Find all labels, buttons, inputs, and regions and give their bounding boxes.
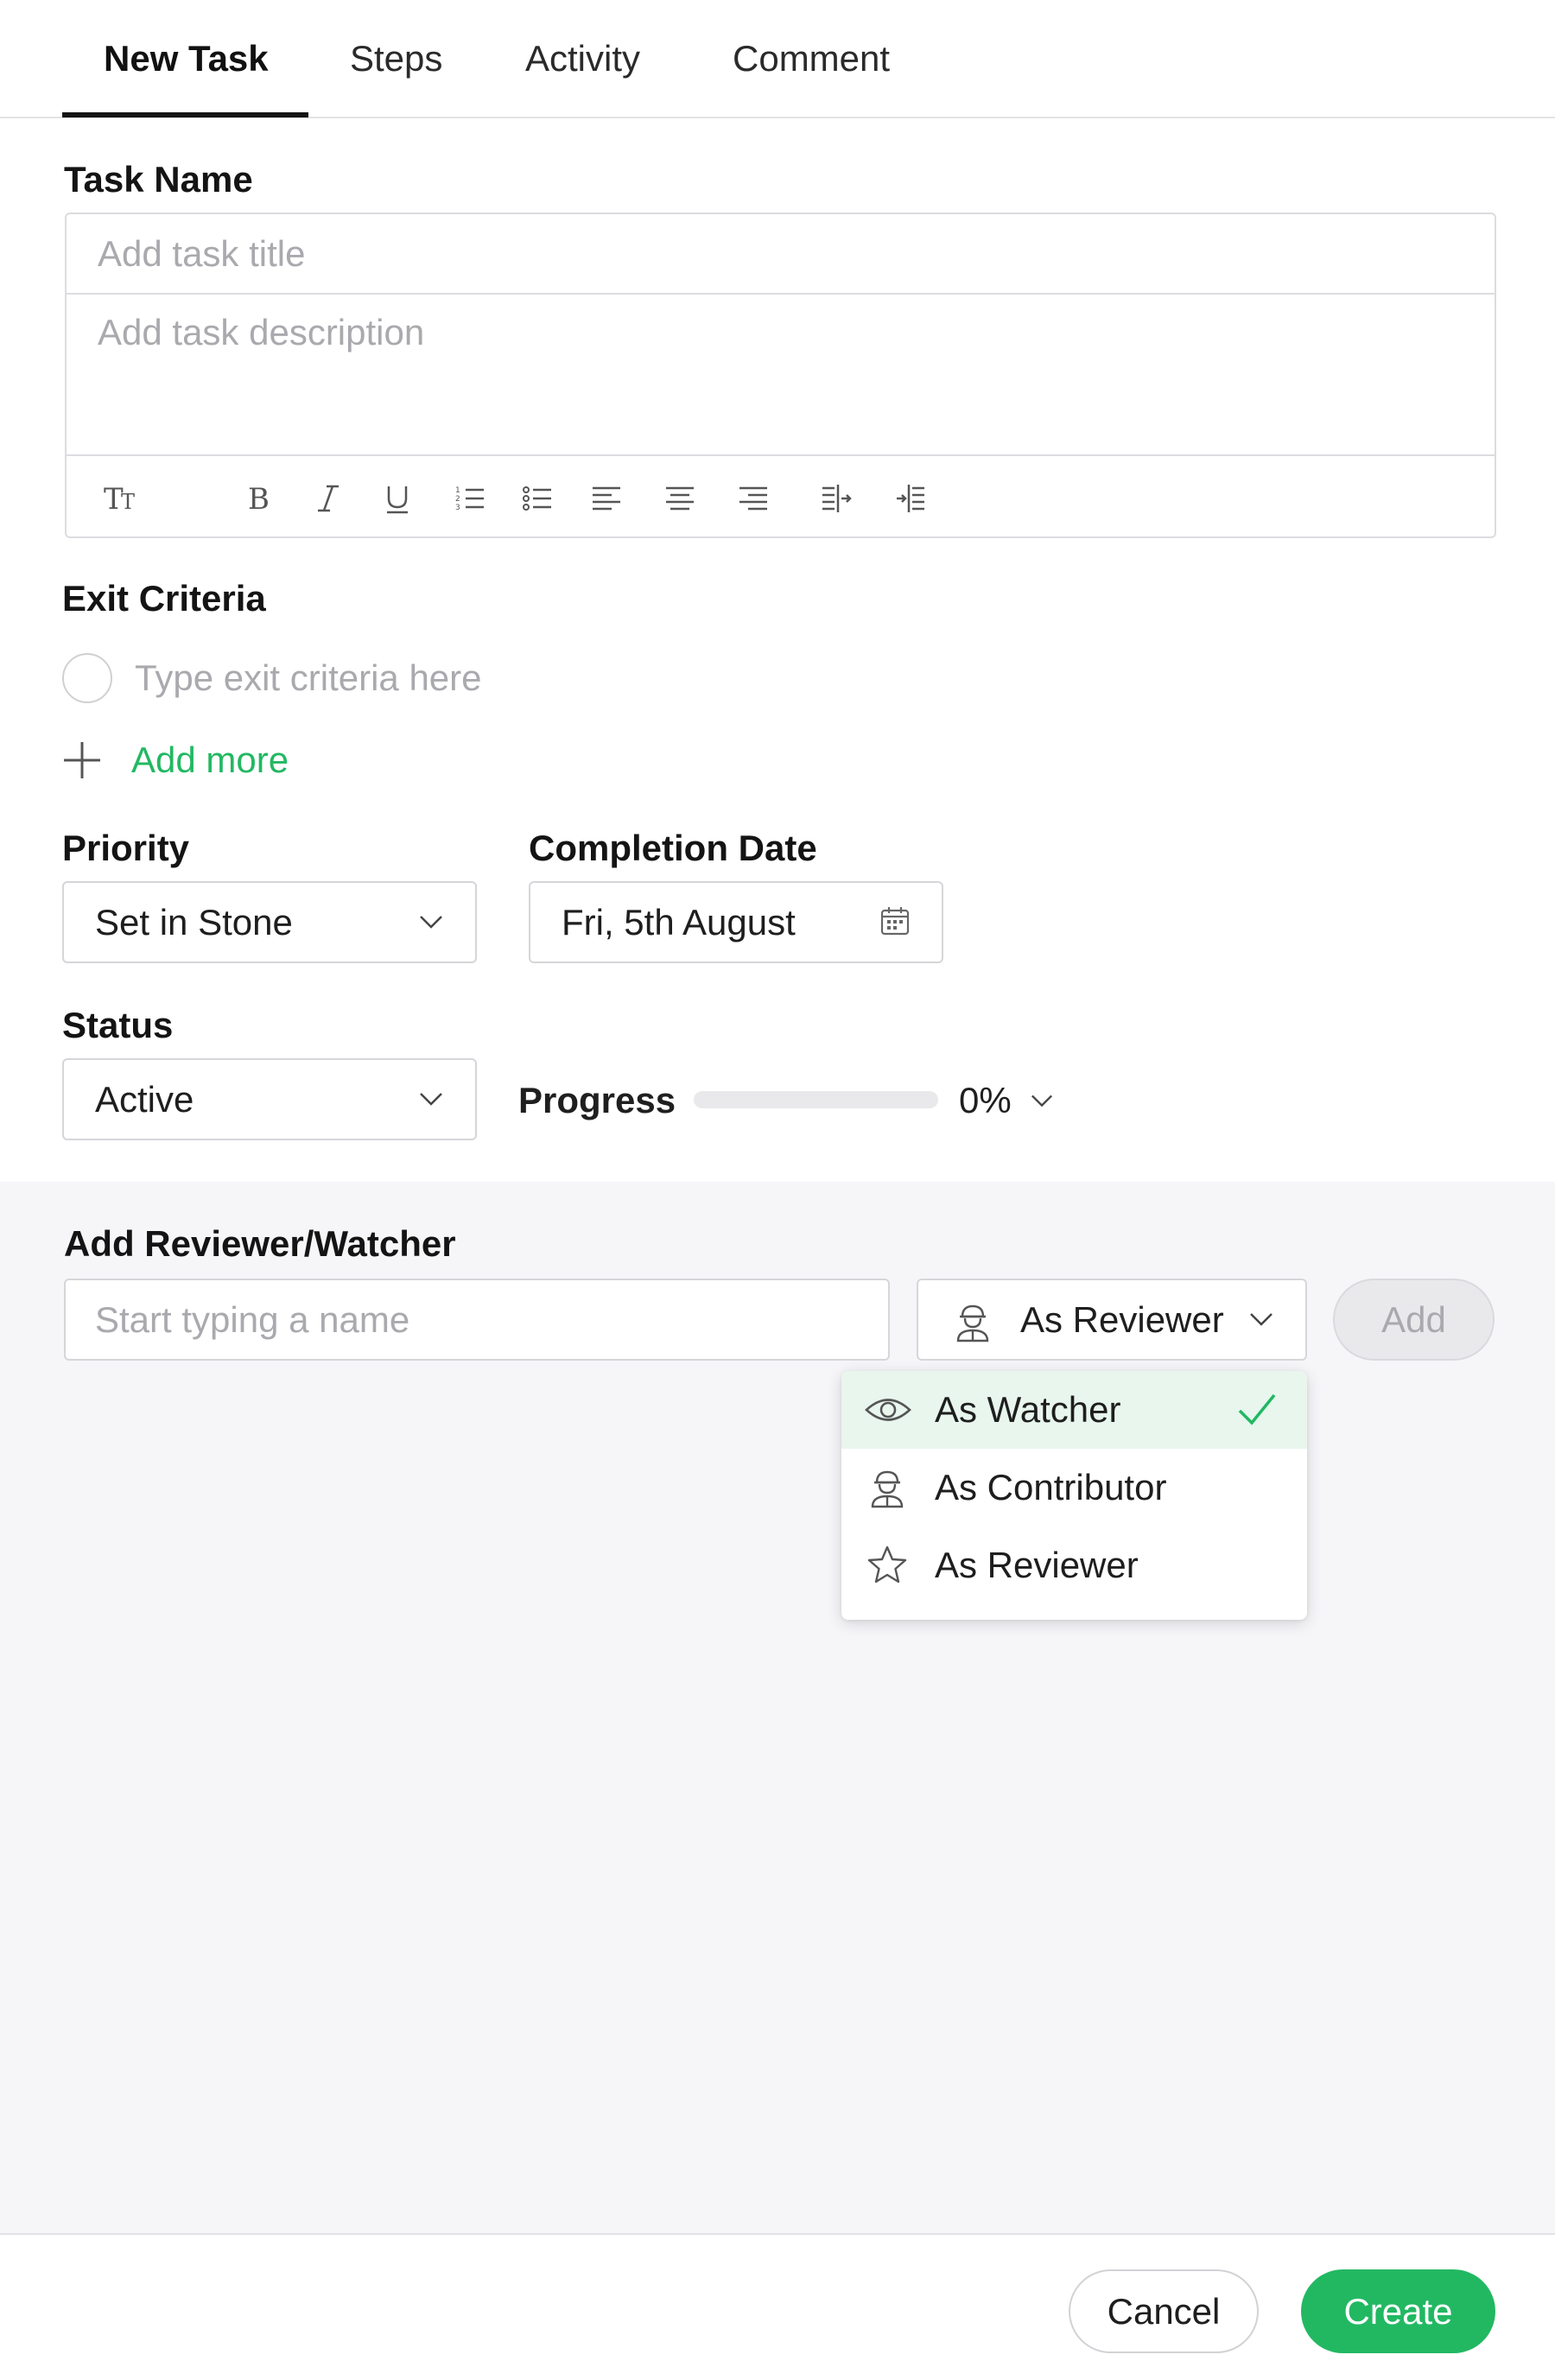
- outdent-icon[interactable]: [889, 477, 932, 520]
- role-option-contributor[interactable]: As Contributor: [841, 1449, 1307, 1526]
- cancel-button[interactable]: Cancel: [1069, 2269, 1259, 2353]
- priority-value: Set in Stone: [95, 902, 293, 942]
- add-more-label: Add more: [131, 739, 289, 780]
- ordered-list-icon[interactable]: 123: [448, 477, 492, 520]
- task-title-input[interactable]: [98, 232, 1463, 276]
- eye-icon: [865, 1399, 911, 1421]
- task-editor: TT B 123: [65, 213, 1496, 538]
- svg-text:2: 2: [455, 495, 460, 504]
- progress-bar: [694, 1091, 938, 1108]
- role-option-label: As Reviewer: [935, 1545, 1139, 1585]
- role-option-label: As Watcher: [935, 1389, 1121, 1430]
- active-tab-indicator: [62, 112, 308, 117]
- footer-bar: Cancel Create: [0, 2233, 1555, 2380]
- chevron-down-icon: [420, 1093, 442, 1106]
- plus-icon: [64, 742, 100, 778]
- task-name-label: Task Name: [64, 159, 253, 200]
- priority-select[interactable]: Set in Stone: [62, 881, 477, 963]
- add-reviewer-button[interactable]: Add: [1333, 1279, 1495, 1361]
- svg-text:B: B: [248, 482, 270, 516]
- calendar-icon: [880, 907, 910, 936]
- completion-date-picker[interactable]: Fri, 5th August: [529, 881, 943, 963]
- role-dropdown-menu: As Watcher As Contributor As Reviewer: [841, 1371, 1307, 1620]
- tab-activity[interactable]: Activity: [525, 33, 640, 85]
- role-option-watcher[interactable]: As Watcher: [841, 1371, 1307, 1449]
- role-value: As Reviewer: [1020, 1299, 1224, 1340]
- chevron-down-icon: [420, 916, 442, 929]
- exit-criteria-checkbox[interactable]: [62, 653, 112, 703]
- progress-label: Progress: [518, 1080, 676, 1120]
- bold-icon[interactable]: B: [237, 477, 280, 520]
- contributor-icon: [956, 1304, 989, 1342]
- reviewer-label: Add Reviewer/Watcher: [64, 1223, 456, 1264]
- role-option-label: As Contributor: [935, 1467, 1167, 1507]
- tab-new-task[interactable]: New Task: [104, 33, 269, 85]
- exit-criteria-label: Exit Criteria: [62, 578, 266, 619]
- text-size-icon[interactable]: TT: [101, 477, 144, 520]
- align-left-icon[interactable]: [585, 477, 628, 520]
- tab-comment[interactable]: Comment: [733, 33, 890, 85]
- align-right-icon[interactable]: [732, 477, 775, 520]
- svg-text:3: 3: [455, 504, 460, 512]
- create-button[interactable]: Create: [1301, 2269, 1495, 2353]
- star-icon: [867, 1545, 907, 1583]
- task-description-input[interactable]: [98, 312, 1463, 441]
- add-more-button[interactable]: Add more: [62, 734, 289, 786]
- tab-bar: New Task Steps Activity Comment: [0, 0, 1555, 118]
- status-select[interactable]: Active: [62, 1058, 477, 1140]
- status-label: Status: [62, 1005, 174, 1045]
- title-row: [67, 214, 1495, 295]
- completion-date-value: Fri, 5th August: [562, 902, 796, 942]
- role-select[interactable]: As Reviewer: [917, 1279, 1307, 1361]
- priority-label: Priority: [62, 828, 190, 868]
- progress-value[interactable]: 0%: [959, 1075, 1012, 1127]
- align-center-icon[interactable]: [658, 477, 701, 520]
- check-icon: [1238, 1393, 1276, 1425]
- description-row: [67, 295, 1495, 456]
- exit-criteria-input[interactable]: [135, 653, 912, 703]
- underline-icon[interactable]: [376, 477, 419, 520]
- svg-text:T: T: [121, 490, 135, 514]
- role-option-reviewer[interactable]: As Reviewer: [841, 1526, 1307, 1604]
- italic-icon[interactable]: [307, 477, 350, 520]
- svg-text:1: 1: [455, 486, 460, 495]
- reviewer-name-input[interactable]: [64, 1279, 890, 1361]
- tab-steps[interactable]: Steps: [350, 33, 442, 85]
- completion-date-label: Completion Date: [529, 828, 817, 868]
- bullet-list-icon[interactable]: [516, 477, 559, 520]
- chevron-down-icon[interactable]: [1030, 1088, 1054, 1113]
- status-value: Active: [95, 1079, 194, 1120]
- formatting-toolbar: TT B 123: [67, 458, 1495, 538]
- chevron-down-icon: [1250, 1313, 1273, 1326]
- indent-icon[interactable]: [815, 477, 858, 520]
- contributor-icon: [871, 1470, 904, 1508]
